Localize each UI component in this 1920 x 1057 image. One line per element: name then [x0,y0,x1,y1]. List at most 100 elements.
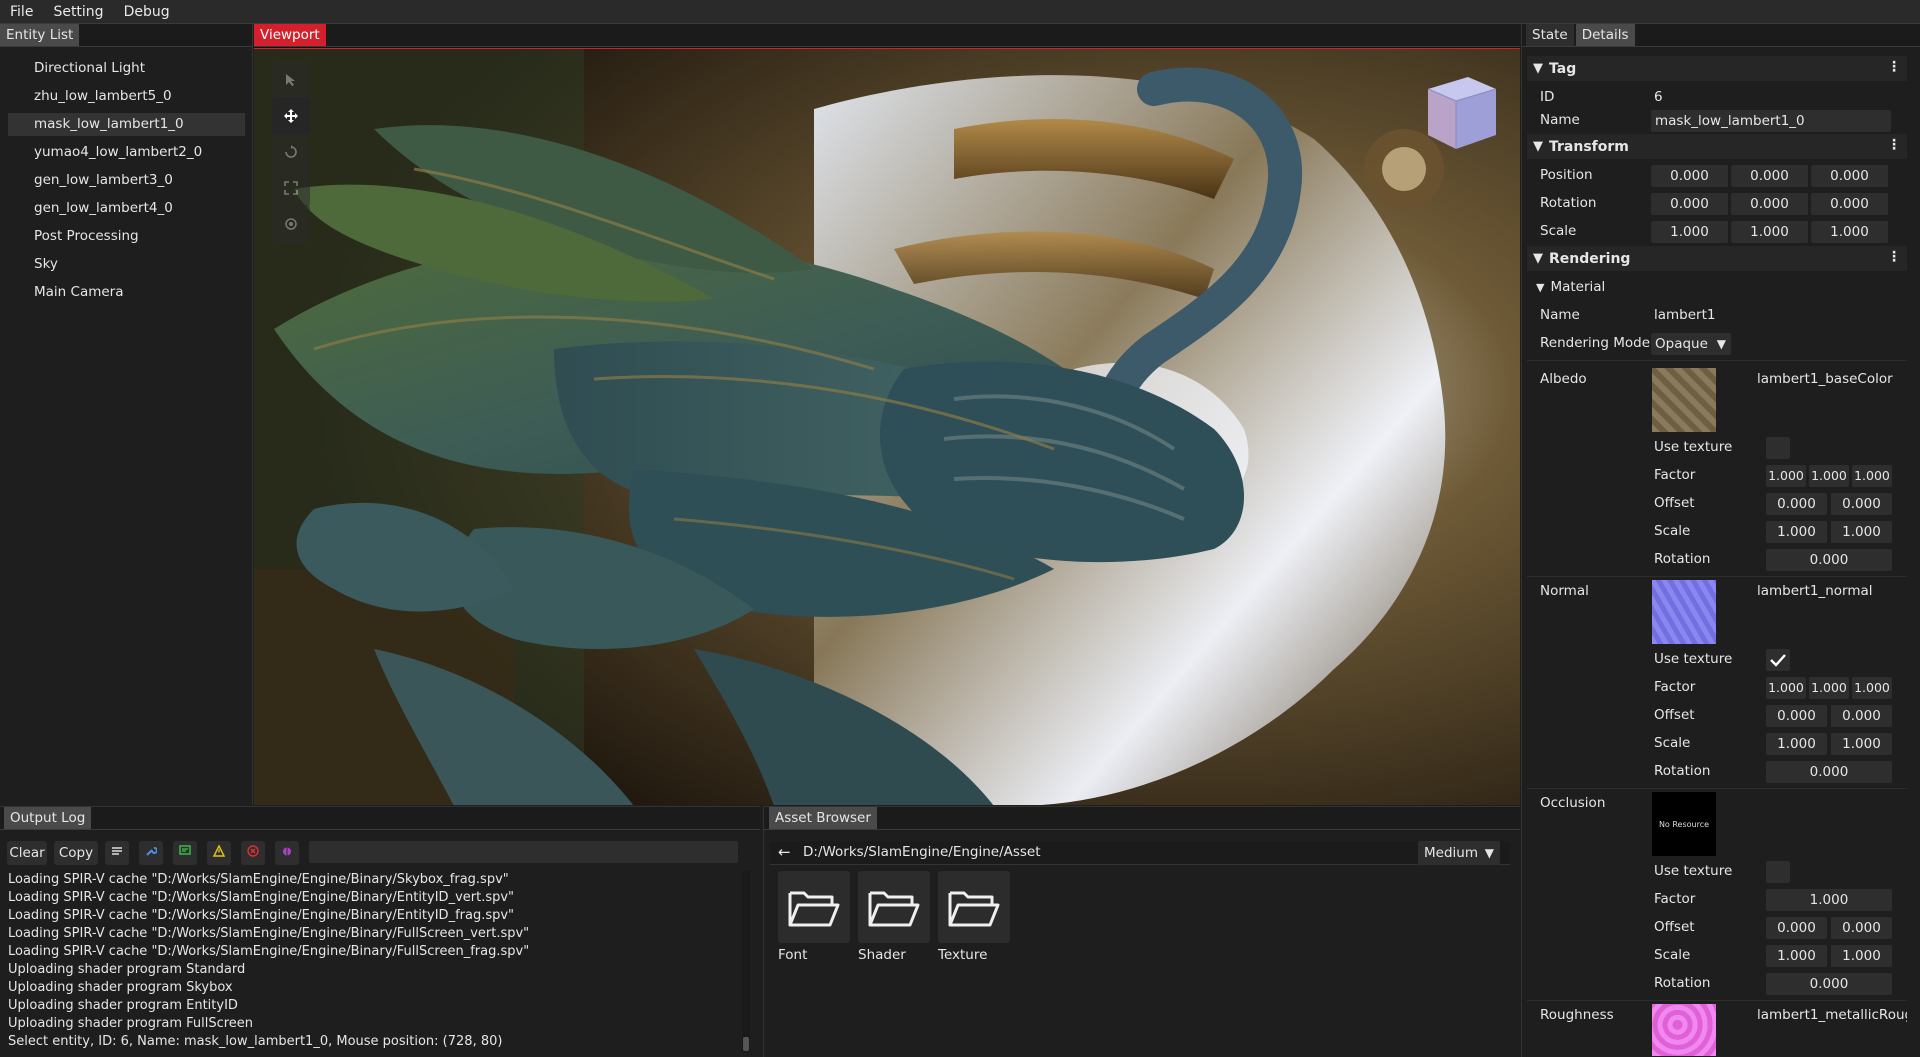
tab-state[interactable]: State [1526,24,1574,46]
select-tool-button[interactable] [272,61,310,99]
entity-list-item[interactable]: yumao4_low_lambert2_0 [8,141,245,164]
folder-shader[interactable] [858,871,930,943]
menu-setting[interactable]: Setting [43,0,113,24]
normal-offset-x-field[interactable]: 0.000 [1766,705,1827,727]
occlusion-rotation-field[interactable]: 0.000 [1766,973,1892,995]
occlusion-factor-label: Factor [1654,891,1696,907]
rotation-x-field[interactable]: 0.000 [1651,193,1728,215]
occlusion-scale-y-field[interactable]: 1.000 [1831,945,1892,967]
normal-offset-y-field[interactable]: 0.000 [1831,705,1892,727]
rotate-tool-button[interactable] [272,133,310,171]
folder-texture[interactable] [938,871,1010,943]
rotation-z-field[interactable]: 0.000 [1811,193,1888,215]
menu-debug[interactable]: Debug [114,0,180,24]
scale-x-field[interactable]: 1.000 [1651,221,1728,243]
move-tool-button[interactable] [272,97,310,135]
normal-factor-r-field[interactable]: 1.000 [1766,677,1806,699]
occlusion-offset-y-field[interactable]: 0.000 [1831,917,1892,939]
occlusion-use-texture-checkbox[interactable] [1766,861,1790,883]
occlusion-scale-x-field[interactable]: 1.000 [1766,945,1827,967]
entity-list-item[interactable]: Main Camera [8,281,245,304]
folder-font[interactable] [778,871,850,943]
rendering-section-header[interactable]: ▼ Rendering ⋮ [1527,246,1907,271]
occlusion-texture-thumbnail[interactable]: No Resource [1652,792,1716,856]
rotation-y-field[interactable]: 0.000 [1731,193,1808,215]
albedo-scale-x-field[interactable]: 1.000 [1766,521,1827,543]
asset-path-text: D:/Works/SlamEngine/Engine/Asset [803,844,1041,860]
filter-trace-button[interactable] [139,841,163,865]
albedo-factor-b-field[interactable]: 1.000 [1852,465,1892,487]
entity-list-item[interactable]: mask_low_lambert1_0 [8,113,245,136]
material-name-label: Name [1540,307,1580,323]
divider [1527,1000,1907,1001]
filter-critical-button[interactable] [275,841,299,865]
entity-list-item[interactable]: gen_low_lambert3_0 [8,169,245,192]
log-filter-input[interactable] [309,841,738,863]
filter-warning-button[interactable] [207,841,231,865]
albedo-use-texture-checkbox[interactable] [1766,437,1790,459]
kebab-menu-icon[interactable]: ⋮ [1887,59,1901,75]
scale-y-field[interactable]: 1.000 [1731,221,1808,243]
albedo-factor-r-field[interactable]: 1.000 [1766,465,1806,487]
filter-info-button[interactable] [173,841,197,865]
entity-list-item[interactable]: Directional Light [8,57,245,80]
position-y-field[interactable]: 0.000 [1731,165,1808,187]
universal-tool-button[interactable] [272,205,310,243]
normal-rotation-field[interactable]: 0.000 [1766,761,1892,783]
entity-list-item[interactable]: Post Processing [8,225,245,248]
kebab-menu-icon[interactable]: ⋮ [1887,137,1901,153]
scale-tool-button[interactable] [272,169,310,207]
tab-entity-list[interactable]: Entity List [0,24,80,46]
wrap-lines-button[interactable] [105,841,129,865]
transform-section-header[interactable]: ▼ Transform ⋮ [1527,134,1907,159]
position-z-field[interactable]: 0.000 [1811,165,1888,187]
occlusion-offset-x-field[interactable]: 0.000 [1766,917,1827,939]
tab-output-log[interactable]: Output Log [4,807,92,829]
normal-scale-y-field[interactable]: 1.000 [1831,733,1892,755]
thumbnail-size-dropdown[interactable]: Medium ▼ [1418,841,1500,865]
clear-button[interactable]: Clear [7,841,47,865]
entity-list-item[interactable]: Sky [8,253,245,276]
log-line: Loading SPIR-V cache "D:/Works/SlamEngin… [8,926,530,941]
entity-list-item[interactable]: zhu_low_lambert5_0 [8,85,245,108]
view-gizmo-cube[interactable] [1420,71,1500,151]
copy-button[interactable]: Copy [54,841,98,865]
divider [1527,576,1907,577]
filter-error-button[interactable] [241,841,265,865]
scale-z-field[interactable]: 1.000 [1811,221,1888,243]
log-line: Loading SPIR-V cache "D:/Works/SlamEngin… [8,944,530,959]
occlusion-factor-field[interactable]: 1.000 [1766,889,1892,911]
albedo-scale-y-field[interactable]: 1.000 [1831,521,1892,543]
back-arrow-icon[interactable]: ← [778,843,791,861]
normal-scale-x-field[interactable]: 1.000 [1766,733,1827,755]
no-resource-text: No Resource [1658,819,1710,829]
tag-section-header[interactable]: ▼ Tag ⋮ [1527,56,1907,81]
rendering-mode-dropdown[interactable]: Opaque ▼ [1651,333,1731,355]
menu-file[interactable]: File [0,0,43,24]
albedo-factor-g-field[interactable]: 1.000 [1809,465,1849,487]
albedo-offset-y-field[interactable]: 0.000 [1831,493,1892,515]
tab-asset-browser[interactable]: Asset Browser [769,807,877,829]
tab-details[interactable]: Details [1575,24,1635,46]
asset-tabstrip: Asset Browser [764,807,1520,830]
normal-factor-g-field[interactable]: 1.000 [1809,677,1849,699]
material-tree-node[interactable]: ▼ Material [1536,276,1605,299]
entity-name-input[interactable]: mask_low_lambert1_0 [1651,110,1891,132]
log-scrollbar[interactable] [742,871,750,1053]
albedo-texture-thumbnail[interactable] [1652,368,1716,432]
name-label: Name [1540,112,1580,128]
rendering-title: Rendering [1549,250,1631,267]
normal-factor-b-field[interactable]: 1.000 [1852,677,1892,699]
normal-use-texture-checkbox[interactable] [1766,649,1790,671]
log-scrollbar-thumb[interactable] [743,1037,749,1051]
log-line: Loading SPIR-V cache "D:/Works/SlamEngin… [8,890,515,905]
albedo-offset-x-field[interactable]: 0.000 [1766,493,1827,515]
albedo-rotation-field[interactable]: 0.000 [1766,549,1892,571]
roughness-texture-thumbnail[interactable] [1652,1004,1716,1056]
tab-viewport[interactable]: Viewport [254,24,326,46]
normal-texture-thumbnail[interactable] [1652,580,1716,644]
kebab-menu-icon[interactable]: ⋮ [1887,249,1901,265]
viewport-render[interactable] [254,48,1520,805]
position-x-field[interactable]: 0.000 [1651,165,1728,187]
entity-list-item[interactable]: gen_low_lambert4_0 [8,197,245,220]
